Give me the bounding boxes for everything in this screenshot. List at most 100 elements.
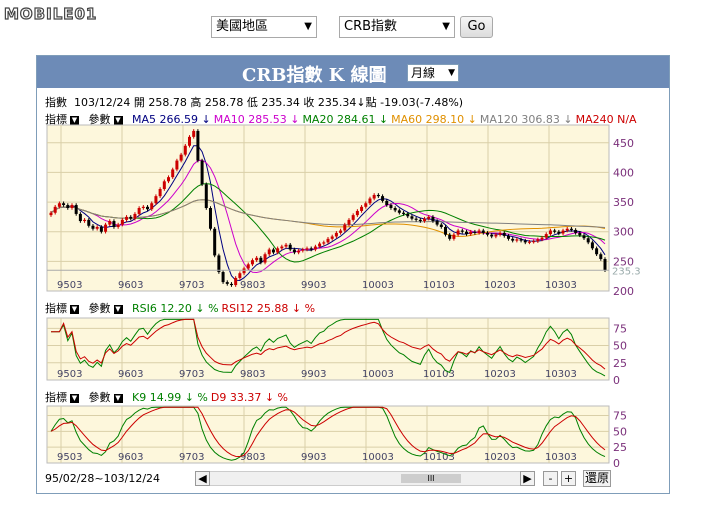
x-tick-label: 9703 [179,369,204,380]
x-tick-label: 9603 [118,369,143,380]
candle-body [473,231,477,233]
candle-body [192,130,196,137]
candle-body [78,213,82,222]
y-tick-label: 25 [613,357,627,370]
candle-body [162,181,166,190]
candle-body [376,194,380,197]
x-tick-label: 9903 [301,452,326,463]
candle-body [196,130,200,161]
x-tick-label: 10103 [423,280,455,291]
x-tick-label: 10003 [362,452,394,463]
zoom-in-button[interactable]: + [561,471,576,486]
candle-body [313,246,317,250]
x-tick-label: 10203 [484,369,516,380]
candle-body [62,203,66,206]
candle-body [339,230,343,233]
pane-0-background [46,124,610,292]
candle-body [532,241,536,243]
x-tick-label: 9803 [240,452,265,463]
x-tick-label: 9503 [57,452,82,463]
candle-body [565,228,569,231]
candle-body [171,169,175,178]
candle-body [125,216,129,220]
candle-body [561,230,565,234]
candle-body [74,205,78,214]
candle-body [158,189,162,197]
candle-body [360,206,364,211]
time-scrollbar[interactable]: ◀ III ▶ [195,471,535,486]
candle-body [498,232,502,235]
index-select[interactable]: CRB指數 ▼ [339,16,455,38]
candle-body [150,203,154,210]
candle-body [355,210,359,216]
x-tick-label: 9803 [240,369,265,380]
candle-body [368,198,372,204]
candle-body [557,231,561,234]
candle-body [595,248,599,255]
candle-body [188,136,191,146]
x-tick-label: 10003 [362,280,394,291]
candle-body [267,249,271,255]
restore-button[interactable]: 還原 [583,470,611,487]
candle-body [435,221,439,225]
candle-body [469,231,473,235]
candle-body [49,212,53,216]
candle-body [511,238,515,241]
candle-body [477,230,481,233]
candle-body [603,258,607,271]
candle-body [104,224,108,232]
candle-body [305,248,309,250]
candle-body [490,234,494,237]
candle-body [297,250,301,253]
chevron-down-icon: ▼ [442,21,450,32]
candle-body [57,203,61,207]
x-tick-label: 9603 [118,452,143,463]
candle-body [569,228,573,230]
candle-body [334,232,338,237]
candle-body [146,206,150,210]
mobile01-logo[interactable]: MOBILE01 [2,2,128,24]
candle-body [582,235,586,239]
candle-body [204,184,208,208]
y-tick-label: 75 [613,322,627,335]
go-button[interactable]: Go [460,16,493,38]
y-tick-label: 350 [613,196,634,209]
y-tick-label: 50 [613,425,627,438]
candle-body [351,215,355,220]
y-tick-label: 50 [613,340,627,353]
candle-body [439,224,443,227]
scroll-left-button[interactable]: ◀ [195,471,210,486]
x-tick-label: 10003 [362,369,394,380]
candle-body [112,221,116,227]
x-tick-label: 9903 [301,369,326,380]
candle-body [154,196,158,204]
x-tick-label: 10303 [545,452,577,463]
scroll-thumb[interactable]: III [401,474,461,483]
candle-body [544,234,548,238]
candle-body [444,226,448,235]
x-tick-label: 10203 [484,452,516,463]
candle-body [70,205,74,208]
candle-body [167,177,171,182]
scroll-right-button[interactable]: ▶ [520,471,535,486]
candle-body [87,219,91,226]
y-tick-label: 75 [613,410,627,423]
candle-body [259,257,263,263]
candle-body [141,206,145,208]
candle-body [397,210,401,213]
candle-body [527,241,531,243]
candle-body [83,219,87,222]
region-select[interactable]: 美國地區 ▼ [211,16,317,38]
candle-body [108,221,112,225]
x-tick-label: 9803 [240,280,265,291]
y-tick-label: 300 [613,226,634,239]
y-tick-label: 0 [613,374,620,387]
x-tick-label: 9703 [179,452,204,463]
candle-body [578,232,582,236]
candle-body [519,239,523,241]
charts-svg[interactable]: 2002503003504004509503 9603 9703 9803 9903 10… [37,56,669,493]
candle-body [318,243,322,247]
candle-body [389,205,393,208]
candle-body [364,203,368,207]
zoom-out-button[interactable]: - [543,471,558,486]
